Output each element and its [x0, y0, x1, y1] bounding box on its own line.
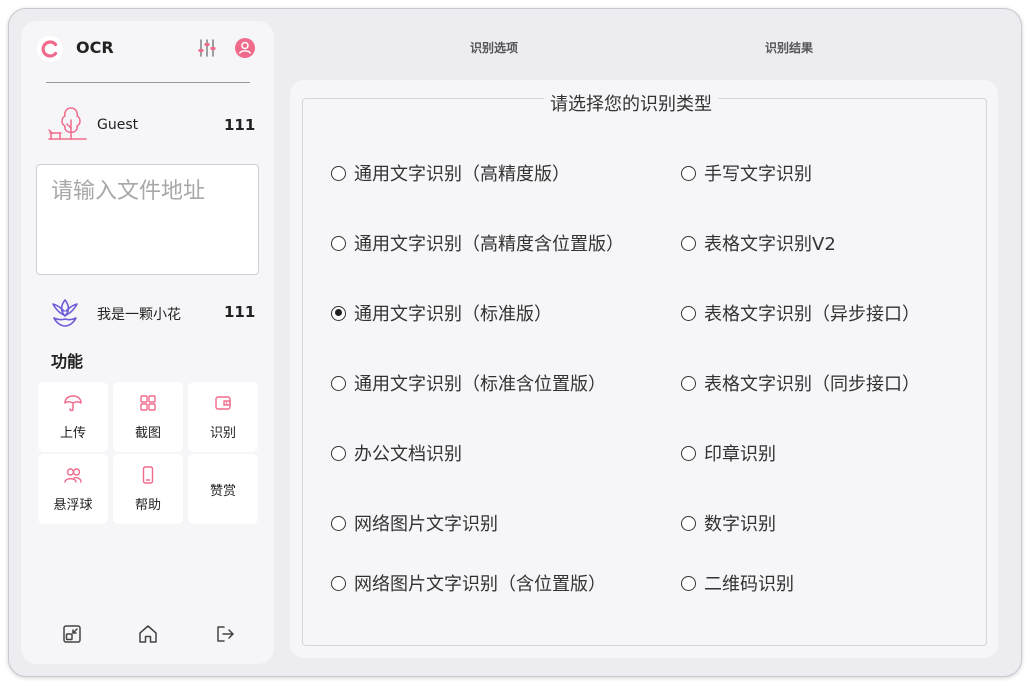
option-qrcode[interactable]: 二维码识别	[681, 570, 794, 596]
option-numbers[interactable]: 数字识别	[681, 510, 776, 536]
option-table-v2[interactable]: 表格文字识别V2	[681, 230, 836, 256]
radio-button[interactable]	[331, 165, 346, 181]
sliders-settings-icon[interactable]	[196, 37, 218, 59]
functions-heading: 功能	[51, 352, 84, 371]
option-general-standard-location[interactable]: 通用文字识别（标准含位置版）	[331, 370, 606, 396]
guest-count: 111	[224, 116, 256, 134]
option-general-standard[interactable]: 通用文字识别（标准版）	[331, 300, 552, 326]
file-path-input[interactable]	[36, 164, 259, 275]
option-web-image[interactable]: 网络图片文字识别	[331, 510, 498, 536]
logo-icon	[37, 36, 63, 62]
recognition-type-legend: 请选择您的识别类型	[544, 90, 718, 116]
option-label: 网络图片文字识别（含位置版）	[354, 574, 606, 595]
logout-icon[interactable]	[214, 623, 236, 645]
umbrella-icon	[64, 395, 82, 412]
option-label: 通用文字识别（高精度版）	[354, 164, 570, 185]
option-label: 通用文字识别（高精度含位置版）	[354, 234, 624, 255]
radio-button[interactable]	[681, 445, 696, 461]
screenshot-button[interactable]: 截图	[113, 382, 183, 452]
radio-button[interactable]	[681, 375, 696, 391]
option-seal[interactable]: 印章识别	[681, 440, 776, 466]
radio-button[interactable]	[681, 515, 696, 531]
option-label: 通用文字识别（标准版）	[354, 304, 552, 325]
radio-button[interactable]	[681, 575, 696, 591]
user-profile-icon[interactable]	[234, 37, 256, 59]
recognize-label: 识别	[209, 426, 236, 441]
floating-ball-label: 悬浮球	[53, 498, 93, 513]
option-general-high-accuracy-location[interactable]: 通用文字识别（高精度含位置版）	[331, 230, 624, 256]
app-title: OCR	[76, 38, 114, 57]
tab-recognition-options[interactable]: 识别选项	[470, 39, 518, 56]
users-icon	[64, 468, 82, 483]
option-label: 表格文字识别（异步接口）	[704, 304, 920, 325]
radio-button[interactable]	[331, 445, 346, 461]
option-label: 网络图片文字识别	[354, 514, 498, 535]
radio-button[interactable]	[331, 375, 346, 391]
tree-bench-icon	[48, 107, 87, 140]
phone-icon	[142, 466, 154, 484]
appreciate-button[interactable]: 赞赏	[188, 454, 258, 524]
upload-label: 上传	[59, 426, 86, 441]
option-office-document[interactable]: 办公文档识别	[331, 440, 462, 466]
help-button[interactable]: 帮助	[113, 454, 183, 524]
screenshot-icon	[140, 395, 156, 411]
radio-button[interactable]	[681, 305, 696, 321]
screenshot-label: 截图	[134, 426, 161, 441]
app-window: OCR Guest 111 请输入文件地址 我是一颗小花 111 功能 上传 截…	[8, 8, 1022, 677]
radio-button[interactable]	[681, 165, 696, 181]
option-label: 表格文字识别（同步接口）	[704, 374, 920, 395]
option-web-image-location[interactable]: 网络图片文字识别（含位置版）	[331, 570, 606, 596]
radio-button-selected[interactable]	[331, 305, 346, 321]
flower-name: 我是一颗小花	[97, 307, 181, 323]
radio-button[interactable]	[331, 575, 346, 591]
option-general-high-accuracy[interactable]: 通用文字识别（高精度版）	[331, 160, 570, 186]
option-label: 二维码识别	[704, 574, 794, 595]
radio-button[interactable]	[331, 515, 346, 531]
option-label: 通用文字识别（标准含位置版）	[354, 374, 606, 395]
recognize-button[interactable]: 识别	[188, 382, 258, 452]
option-label: 数字识别	[704, 514, 776, 535]
recognition-options-panel: 请选择您的识别类型 通用文字识别（高精度版） 通用文字识别（高精度含位置版） 通…	[290, 80, 998, 658]
sidebar-divider	[46, 82, 250, 83]
lotus-flower-icon	[52, 299, 78, 327]
radio-button[interactable]	[331, 235, 346, 251]
option-label: 办公文档识别	[354, 444, 462, 465]
sidebar: OCR Guest 111 请输入文件地址 我是一颗小花 111 功能 上传 截…	[21, 21, 274, 664]
upload-button[interactable]: 上传	[38, 382, 108, 452]
wallet-icon	[215, 396, 231, 410]
radio-button[interactable]	[681, 235, 696, 251]
option-label: 手写文字识别	[704, 164, 812, 185]
option-label: 表格文字识别V2	[704, 234, 836, 255]
tab-recognition-results[interactable]: 识别结果	[765, 39, 813, 56]
guest-name: Guest	[97, 117, 139, 133]
help-label: 帮助	[134, 498, 161, 513]
option-table-sync[interactable]: 表格文字识别（同步接口）	[681, 370, 920, 396]
floating-ball-button[interactable]: 悬浮球	[38, 454, 108, 524]
flower-count: 111	[224, 303, 256, 321]
option-table-async[interactable]: 表格文字识别（异步接口）	[681, 300, 920, 326]
option-handwriting[interactable]: 手写文字识别	[681, 160, 812, 186]
home-icon[interactable]	[137, 623, 159, 645]
option-label: 印章识别	[704, 444, 776, 465]
shrink-window-icon[interactable]	[61, 623, 83, 645]
appreciate-label: 赞赏	[209, 483, 236, 499]
